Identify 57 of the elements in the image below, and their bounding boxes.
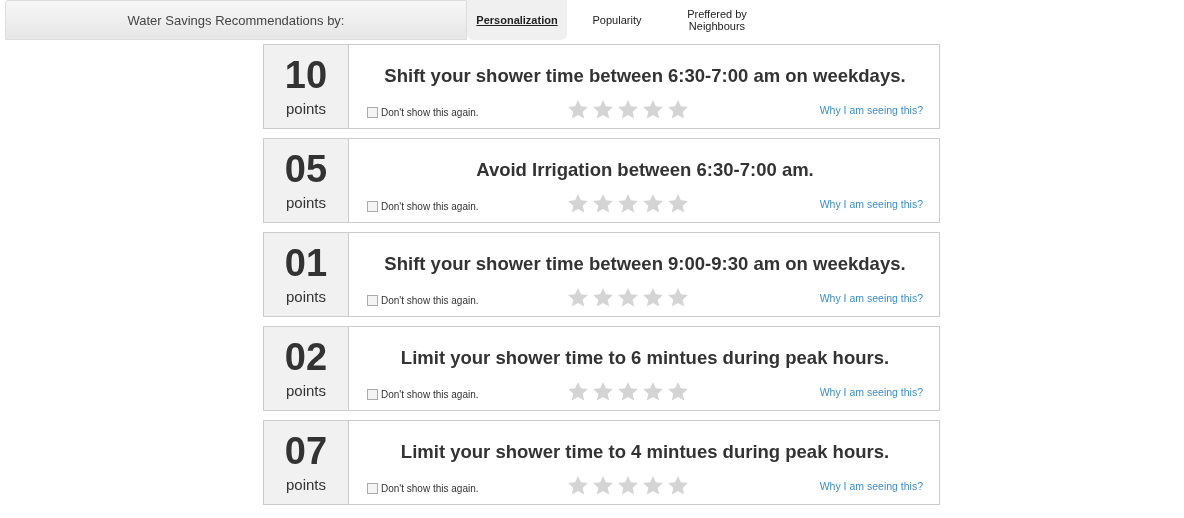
star-icon[interactable] bbox=[592, 99, 614, 120]
star-icon[interactable] bbox=[567, 193, 589, 214]
points-value: 05 bbox=[284, 150, 328, 188]
checkbox-label: Don't show this again. bbox=[381, 107, 479, 118]
recommendation-text: Shift your shower time between 6:30-7:00 am on weekdays. bbox=[383, 65, 907, 87]
star-icon[interactable] bbox=[617, 381, 639, 402]
checkbox-label: Don't show this again. bbox=[381, 483, 479, 494]
checkbox[interactable] bbox=[367, 483, 378, 494]
star-icon[interactable] bbox=[592, 193, 614, 214]
recommendation-text: Avoid Irrigation between 6:30-7:00 am. bbox=[475, 159, 815, 181]
star-icon[interactable] bbox=[642, 193, 664, 214]
checkbox[interactable] bbox=[367, 295, 378, 306]
checkbox[interactable] bbox=[367, 389, 378, 400]
star-icon[interactable] bbox=[667, 475, 689, 496]
star-icon[interactable] bbox=[667, 287, 689, 308]
star-icon[interactable] bbox=[617, 193, 639, 214]
star-icon[interactable] bbox=[592, 475, 614, 496]
points-value: 02 bbox=[284, 338, 328, 376]
points-value: 10 bbox=[284, 56, 328, 94]
checkbox-label: Don't show this again. bbox=[381, 389, 479, 400]
star-icon[interactable] bbox=[592, 381, 614, 402]
points-label: points bbox=[286, 288, 326, 305]
header-title: Water Savings Recommendations by: bbox=[127, 12, 345, 28]
star-icon[interactable] bbox=[642, 475, 664, 496]
checkbox-label: Don't show this again. bbox=[381, 295, 479, 306]
star-icon[interactable] bbox=[592, 287, 614, 308]
star-icon[interactable] bbox=[567, 475, 589, 496]
checkbox[interactable] bbox=[367, 201, 378, 212]
star-icon[interactable] bbox=[617, 99, 639, 120]
recommendation-text: Shift your shower time between 9:00-9:30 am on weekdays. bbox=[383, 253, 907, 275]
checkbox-label: Don't show this again. bbox=[381, 201, 479, 212]
star-icon[interactable] bbox=[617, 475, 639, 496]
recommendation-text: Limit your shower time to 6 mintues during peak hours. bbox=[399, 347, 891, 369]
points-label: points bbox=[286, 382, 326, 399]
star-icon[interactable] bbox=[567, 381, 589, 402]
points-value: 01 bbox=[284, 244, 328, 282]
info-link[interactable]: Why I am seeing this? bbox=[819, 479, 923, 492]
star-icon[interactable] bbox=[567, 287, 589, 308]
star-icon[interactable] bbox=[667, 99, 689, 120]
info-link[interactable]: Why I am seeing this? bbox=[819, 291, 923, 304]
info-link[interactable]: Why I am seeing this? bbox=[819, 385, 923, 398]
recommendation-text: Limit your shower time to 4 mintues during peak hours. bbox=[399, 441, 891, 463]
star-icon[interactable] bbox=[642, 99, 664, 120]
star-icon[interactable] bbox=[617, 287, 639, 308]
info-link[interactable]: Why I am seeing this? bbox=[819, 197, 923, 210]
star-icon[interactable] bbox=[667, 381, 689, 402]
star-icon[interactable] bbox=[567, 99, 589, 120]
checkbox[interactable] bbox=[367, 107, 378, 118]
points-value: 07 bbox=[284, 432, 328, 470]
info-link[interactable]: Why I am seeing this? bbox=[819, 103, 923, 116]
tab[interactable]: Personalization bbox=[467, 0, 567, 40]
points-label: points bbox=[286, 100, 326, 117]
star-icon[interactable] bbox=[642, 381, 664, 402]
points-label: points bbox=[286, 194, 326, 211]
star-icon[interactable] bbox=[642, 287, 664, 308]
points-label: points bbox=[286, 476, 326, 493]
star-icon[interactable] bbox=[667, 193, 689, 214]
